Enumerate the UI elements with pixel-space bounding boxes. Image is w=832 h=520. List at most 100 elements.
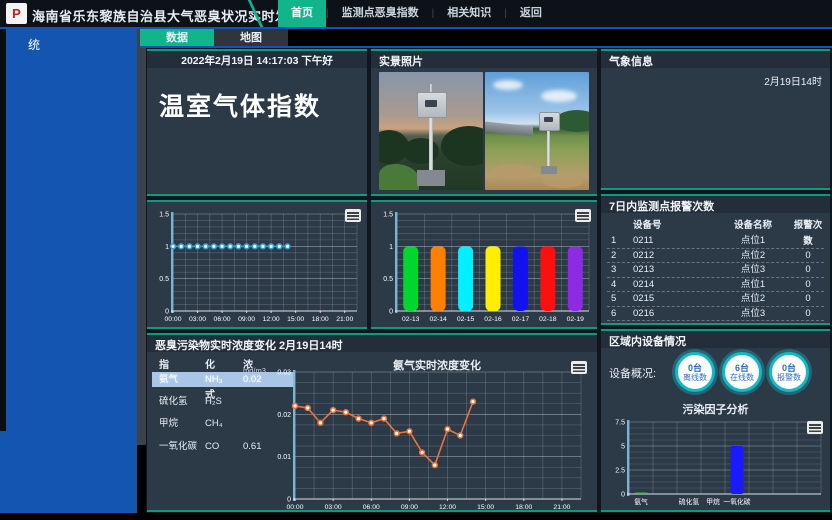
alarm-row-index: 3 xyxy=(607,263,633,277)
alarm-row-index: 5 xyxy=(607,292,633,306)
pollutant-formula: NH₃ xyxy=(205,372,223,387)
svg-text:0: 0 xyxy=(165,309,169,316)
alarm-device-no: 0215 xyxy=(633,292,713,306)
site-photo-day xyxy=(485,72,589,190)
svg-text:02-15: 02-15 xyxy=(457,316,475,323)
device-circle-label: 在线数 xyxy=(730,373,754,382)
alarm-device-name: 点位2 xyxy=(713,249,793,263)
device-overview-label: 设备概况: xyxy=(609,365,656,381)
monitor-screen xyxy=(425,100,437,107)
monitor-base xyxy=(417,170,445,186)
alarm-row-index: 6 xyxy=(607,307,633,321)
svg-text:氨气: 氨气 xyxy=(634,497,648,506)
alarm-device-no: 0212 xyxy=(633,249,713,263)
weather-title: 气象信息 xyxy=(601,51,830,68)
chart-menu-icon[interactable] xyxy=(807,421,823,434)
svg-text:0.5: 0.5 xyxy=(159,276,169,283)
chart-menu-icon[interactable] xyxy=(345,209,361,222)
svg-text:0.5: 0.5 xyxy=(383,276,393,283)
site-photo-dusk xyxy=(379,72,483,190)
chart-menu-icon[interactable] xyxy=(571,361,587,374)
svg-text:15:00: 15:00 xyxy=(287,316,304,323)
device-title: 区域内设备情况 xyxy=(601,331,830,348)
panel-site-photos: 实景照片 xyxy=(371,49,597,196)
svg-text:12:00: 12:00 xyxy=(263,316,280,323)
svg-text:硫化氢: 硫化氢 xyxy=(679,497,700,506)
weather-time: 2月19日14时 xyxy=(764,73,822,88)
alarm-table-row: 50215点位20 xyxy=(607,292,824,307)
logo-glyph: P xyxy=(12,7,21,20)
pollutant-name: 一氧化碳 xyxy=(159,439,197,454)
tab-bar: 数据 地图 xyxy=(140,29,288,47)
svg-text:12:00: 12:00 xyxy=(439,504,456,511)
svg-text:02-19: 02-19 xyxy=(567,316,585,323)
svg-text:0.01: 0.01 xyxy=(277,454,291,461)
alarm-table-row: 10211点位10 xyxy=(607,234,824,249)
alarm-col-index xyxy=(607,218,633,234)
device-circle-alert: 0台报警数 xyxy=(769,352,809,392)
tab-map[interactable]: 地图 xyxy=(214,29,288,47)
greenhouse-index-title: 温室气体指数 xyxy=(159,87,321,123)
alarm-device-no: 0213 xyxy=(633,263,713,277)
alarm-count: 0 xyxy=(793,307,823,321)
svg-text:2.5: 2.5 xyxy=(615,468,625,475)
panel-region-devices: 区域内设备情况 设备概况: 污染因子分析 02.557.5氨气硫化氢甲烷一氧化碳… xyxy=(601,329,830,512)
svg-text:21:00: 21:00 xyxy=(336,316,353,323)
pollutant-name: 甲烷 xyxy=(159,416,178,431)
svg-text:02-18: 02-18 xyxy=(539,316,557,323)
alarm-count: 0 xyxy=(793,292,823,306)
alarm-count: 0 xyxy=(793,234,823,248)
svg-text:00:00: 00:00 xyxy=(286,504,303,511)
photo-cloud xyxy=(493,80,523,90)
tab-data[interactable]: 数据 xyxy=(140,29,214,47)
pollutant-value: 0.02 xyxy=(243,372,262,387)
tab-label: 地图 xyxy=(240,31,262,47)
alarm-device-name: 点位1 xyxy=(713,234,793,248)
svg-text:02-16: 02-16 xyxy=(484,316,502,323)
chart-menu-icon[interactable] xyxy=(575,209,591,222)
nav-item-back[interactable]: 返回 xyxy=(507,0,555,27)
top-header: P 海南省乐东黎族自治县大气恶臭状况实时发布系 首页|监测点恶臭指数|相关知识|… xyxy=(0,0,832,29)
alarm-count: 0 xyxy=(793,249,823,263)
svg-text:0: 0 xyxy=(389,309,393,316)
alarm-table-row: 30213点位30 xyxy=(607,263,824,278)
panel-greenhouse-trend-chart: 00.511.500:0003:0006:0009:0012:0015:0018… xyxy=(147,200,367,329)
svg-text:06:00: 06:00 xyxy=(363,504,380,511)
panel-daily-index-chart: 00.511.502-1302-1402-1502-1602-1702-1802… xyxy=(371,200,597,329)
alarm-table-row: 40214点位10 xyxy=(607,278,824,293)
main-nav: 首页|监测点恶臭指数|相关知识|返回 xyxy=(278,0,555,27)
greenhouse-trend-chart: 00.511.500:0003:0006:0009:0012:0015:0018… xyxy=(149,205,365,328)
device-count: 0台 xyxy=(688,363,702,373)
alarm-table-row: 20212点位20 xyxy=(607,249,824,264)
photo-dirt xyxy=(543,176,583,188)
scrollbar[interactable] xyxy=(137,29,146,445)
sidebar: 统 xyxy=(0,29,137,513)
alarm-row-index: 4 xyxy=(607,278,633,292)
pollutant-formula: CO xyxy=(205,439,219,454)
pollutant-value: 0.61 xyxy=(243,439,262,454)
nav-item-home[interactable]: 首页 xyxy=(278,0,326,27)
svg-text:甲烷: 甲烷 xyxy=(706,497,720,506)
alarm-device-no: 0216 xyxy=(633,307,713,321)
panel-alarm-counts: 7日内监测点报警次数 设备号设备名称报警次数10211点位1020212点位20… xyxy=(601,194,830,325)
nav-item-knowledge[interactable]: 相关知识 xyxy=(434,0,504,27)
nav-item-odor-index[interactable]: 监测点恶臭指数 xyxy=(329,0,432,27)
svg-text:1: 1 xyxy=(165,244,169,251)
svg-text:1: 1 xyxy=(389,244,393,251)
svg-text:03:00: 03:00 xyxy=(189,316,206,323)
svg-text:15:00: 15:00 xyxy=(477,504,494,511)
device-circle-label: 离线数 xyxy=(683,373,707,382)
pollutant-formula: H₂S xyxy=(205,394,222,409)
alarm-table-row: 60216点位30 xyxy=(607,307,824,322)
monitor-base xyxy=(541,166,557,174)
pollutant-name: 氨气 xyxy=(159,372,178,387)
svg-text:0: 0 xyxy=(621,492,625,499)
photos-title: 实景照片 xyxy=(371,51,597,68)
svg-text:00:00: 00:00 xyxy=(164,316,181,323)
alarm-col-header: 报警次数 xyxy=(793,218,823,234)
svg-text:5: 5 xyxy=(621,444,625,451)
device-count: 6台 xyxy=(735,363,749,373)
alarm-title: 7日内监测点报警次数 xyxy=(601,196,830,213)
svg-text:1.5: 1.5 xyxy=(159,212,169,219)
analysis-title: 污染因子分析 xyxy=(601,401,830,417)
